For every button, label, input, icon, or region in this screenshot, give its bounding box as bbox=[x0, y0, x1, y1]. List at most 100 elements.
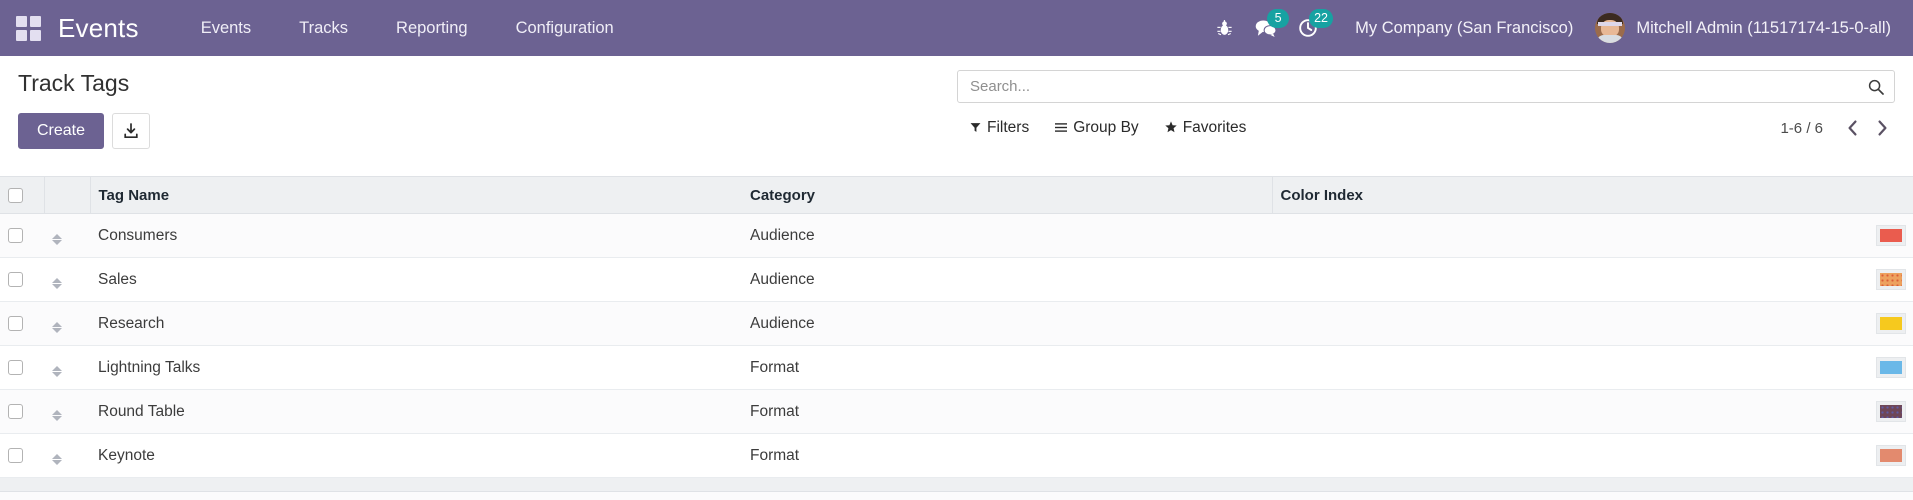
row-drag-cell bbox=[44, 346, 90, 390]
avatar bbox=[1595, 13, 1625, 43]
color-swatch[interactable] bbox=[1877, 226, 1905, 245]
app-brand-name[interactable]: Events bbox=[56, 13, 149, 44]
pager-count[interactable]: 1-6 / 6 bbox=[1780, 120, 1823, 137]
cell-category[interactable]: Format bbox=[742, 346, 1272, 390]
table-row[interactable]: Lightning TalksFormat bbox=[0, 346, 1913, 390]
star-icon bbox=[1165, 121, 1177, 135]
color-swatch[interactable] bbox=[1877, 358, 1905, 377]
table-row[interactable]: Round TableFormat bbox=[0, 390, 1913, 434]
row-checkbox[interactable] bbox=[8, 404, 23, 419]
cell-category[interactable]: Format bbox=[742, 434, 1272, 478]
row-select-cell bbox=[0, 214, 44, 258]
favorites-dropdown[interactable]: Favorites bbox=[1152, 115, 1260, 141]
cell-color-index bbox=[1272, 214, 1913, 258]
cell-color-index bbox=[1272, 346, 1913, 390]
filter-funnel-icon bbox=[970, 122, 981, 135]
cell-tag-name[interactable]: Round Table bbox=[90, 390, 742, 434]
cell-tag-name[interactable]: Research bbox=[90, 302, 742, 346]
cell-color-index bbox=[1272, 434, 1913, 478]
favorites-label: Favorites bbox=[1183, 119, 1247, 137]
cell-color-index bbox=[1272, 390, 1913, 434]
chevron-right-icon bbox=[1877, 120, 1888, 136]
messages-button[interactable]: 5 bbox=[1245, 0, 1287, 56]
action-buttons: Create bbox=[18, 113, 150, 149]
row-drag-cell bbox=[44, 434, 90, 478]
row-select-cell bbox=[0, 258, 44, 302]
header-color-index[interactable]: Color Index bbox=[1272, 177, 1913, 214]
row-checkbox[interactable] bbox=[8, 448, 23, 463]
import-button[interactable] bbox=[112, 113, 150, 149]
cell-tag-name[interactable]: Consumers bbox=[90, 214, 742, 258]
color-swatch[interactable] bbox=[1877, 402, 1905, 421]
list-aggregate-footer bbox=[0, 478, 1913, 492]
search-icon[interactable] bbox=[1868, 79, 1884, 95]
pager-previous-button[interactable] bbox=[1839, 115, 1865, 141]
activities-counter-badge: 22 bbox=[1309, 9, 1333, 28]
cell-tag-name[interactable]: Lightning Talks bbox=[90, 346, 742, 390]
search-input[interactable] bbox=[970, 71, 1868, 102]
table-row[interactable]: ResearchAudience bbox=[0, 302, 1913, 346]
cell-category[interactable]: Audience bbox=[742, 258, 1272, 302]
cell-category[interactable]: Audience bbox=[742, 302, 1272, 346]
list-bottom-area bbox=[0, 492, 1913, 500]
control-panel: Track Tags Create bbox=[0, 56, 1913, 176]
apps-grid-icon bbox=[16, 16, 41, 41]
navbar-right-section: 5 22 My Company (San Francisco) Mitchell… bbox=[1203, 0, 1913, 56]
row-drag-cell bbox=[44, 390, 90, 434]
sort-handle-icon[interactable] bbox=[52, 322, 62, 333]
filters-label: Filters bbox=[987, 119, 1029, 137]
search-options-row: Filters Group By bbox=[957, 113, 1895, 143]
sort-handle-icon[interactable] bbox=[52, 234, 62, 245]
row-checkbox[interactable] bbox=[8, 360, 23, 375]
cell-category[interactable]: Audience bbox=[742, 214, 1272, 258]
user-menu[interactable]: Mitchell Admin (11517174-15-0-all) bbox=[1595, 13, 1903, 43]
header-category[interactable]: Category bbox=[742, 177, 1272, 214]
cell-color-index bbox=[1272, 302, 1913, 346]
color-swatch[interactable] bbox=[1877, 314, 1905, 333]
table-body: ConsumersAudienceSalesAudienceResearchAu… bbox=[0, 214, 1913, 478]
cell-color-index bbox=[1272, 258, 1913, 302]
color-swatch[interactable] bbox=[1877, 446, 1905, 465]
row-select-cell bbox=[0, 434, 44, 478]
apps-menu-button[interactable] bbox=[0, 0, 56, 56]
menu-item-reporting[interactable]: Reporting bbox=[372, 2, 492, 55]
main-menu: Events Tracks Reporting Configuration bbox=[177, 2, 638, 55]
page-title: Track Tags bbox=[18, 72, 150, 95]
row-select-cell bbox=[0, 390, 44, 434]
sort-handle-icon[interactable] bbox=[52, 278, 62, 289]
header-tag-name[interactable]: Tag Name bbox=[90, 177, 742, 214]
header-select-all bbox=[0, 177, 44, 214]
sort-handle-icon[interactable] bbox=[52, 410, 62, 421]
group-by-icon bbox=[1055, 122, 1067, 135]
sort-handle-icon[interactable] bbox=[52, 454, 62, 465]
menu-item-tracks[interactable]: Tracks bbox=[275, 2, 372, 55]
company-switcher[interactable]: My Company (San Francisco) bbox=[1329, 19, 1595, 38]
header-handle bbox=[44, 177, 90, 214]
menu-item-events[interactable]: Events bbox=[177, 2, 275, 55]
cell-tag-name[interactable]: Sales bbox=[90, 258, 742, 302]
group-by-label: Group By bbox=[1073, 119, 1138, 137]
cell-category[interactable]: Format bbox=[742, 390, 1272, 434]
table-row[interactable]: ConsumersAudience bbox=[0, 214, 1913, 258]
color-swatch[interactable] bbox=[1877, 270, 1905, 289]
table-row[interactable]: KeynoteFormat bbox=[0, 434, 1913, 478]
create-button[interactable]: Create bbox=[18, 113, 104, 149]
table-row[interactable]: SalesAudience bbox=[0, 258, 1913, 302]
cell-tag-name[interactable]: Keynote bbox=[90, 434, 742, 478]
table-head: Tag Name Category Color Index bbox=[0, 177, 1913, 214]
activities-button[interactable]: 22 bbox=[1287, 0, 1329, 56]
debug-bug-button[interactable] bbox=[1203, 0, 1245, 56]
search-bar[interactable] bbox=[957, 70, 1895, 103]
row-checkbox[interactable] bbox=[8, 272, 23, 287]
group-by-dropdown[interactable]: Group By bbox=[1042, 115, 1151, 141]
row-checkbox[interactable] bbox=[8, 228, 23, 243]
menu-item-configuration[interactable]: Configuration bbox=[492, 2, 638, 55]
row-drag-cell bbox=[44, 302, 90, 346]
row-checkbox[interactable] bbox=[8, 316, 23, 331]
filters-dropdown[interactable]: Filters bbox=[957, 115, 1042, 141]
pager-next-button[interactable] bbox=[1869, 115, 1895, 141]
top-navbar: Events Events Tracks Reporting Configura… bbox=[0, 0, 1913, 56]
select-all-checkbox[interactable] bbox=[8, 188, 23, 203]
row-select-cell bbox=[0, 302, 44, 346]
sort-handle-icon[interactable] bbox=[52, 366, 62, 377]
